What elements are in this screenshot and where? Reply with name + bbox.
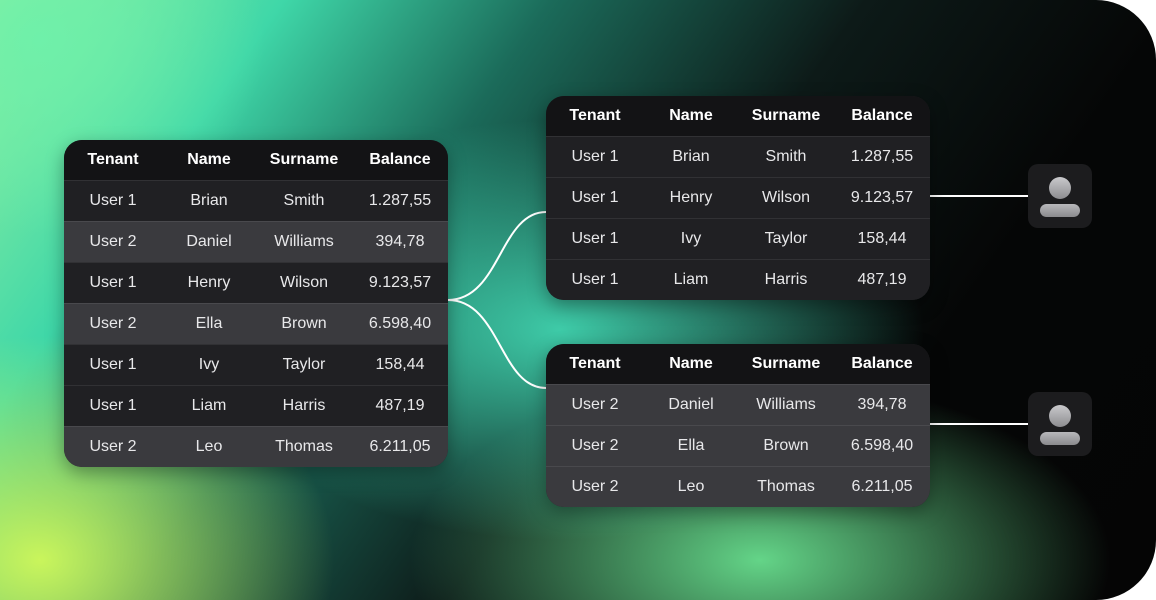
table-row: User 1 Brian Smith 1.287,55 <box>64 180 448 221</box>
cell-tenant: User 1 <box>89 356 137 373</box>
avatar-body <box>1040 204 1080 217</box>
table-row: User 2 Leo Thomas 6.211,05 <box>64 426 448 467</box>
cell-tenant: User 1 <box>89 192 137 209</box>
cell-surname: Williams <box>756 396 816 413</box>
cell-name: Henry <box>669 189 713 206</box>
cell-surname: Thomas <box>757 478 815 495</box>
cell-name: Daniel <box>186 233 232 250</box>
cell-balance: 487,19 <box>857 271 907 288</box>
cell-name: Henry <box>187 274 231 291</box>
avatar-body <box>1040 432 1080 445</box>
table-row: User 1 Ivy Taylor 158,44 <box>64 344 448 385</box>
cell-surname: Taylor <box>282 356 326 373</box>
header-tenant: Tenant <box>569 355 621 372</box>
cell-tenant: User 2 <box>89 315 137 332</box>
header-surname: Surname <box>751 355 821 372</box>
cell-name: Liam <box>191 397 227 414</box>
header-surname: Surname <box>269 151 339 168</box>
cell-surname: Taylor <box>764 230 808 247</box>
table-row: User 1 Brian Smith 1.287,55 <box>546 136 930 177</box>
cell-tenant: User 2 <box>571 478 619 495</box>
table-row: User 1 Ivy Taylor 158,44 <box>546 218 930 259</box>
user1-avatar-icon <box>1028 164 1092 228</box>
header-tenant: Tenant <box>87 151 139 168</box>
cell-balance: 1.287,55 <box>850 148 914 165</box>
table-header: Tenant Name Surname Balance <box>546 96 930 136</box>
cell-tenant: User 2 <box>571 437 619 454</box>
cell-name: Leo <box>195 438 223 455</box>
header-balance: Balance <box>851 355 913 372</box>
table-header: Tenant Name Surname Balance <box>64 140 448 180</box>
user2-table: Tenant Name Surname Balance User 2 Danie… <box>546 344 930 507</box>
header-name: Name <box>187 151 231 168</box>
connector-to-user1-table <box>447 211 547 301</box>
cell-surname: Brown <box>281 315 327 332</box>
cell-balance: 158,44 <box>375 356 425 373</box>
avatar-head <box>1049 405 1071 427</box>
cell-surname: Wilson <box>761 189 810 206</box>
cell-tenant: User 1 <box>571 271 619 288</box>
header-balance: Balance <box>851 107 913 124</box>
cell-surname: Smith <box>283 192 325 209</box>
table-row: User 1 Henry Wilson 9.123,57 <box>64 262 448 303</box>
table-row: User 2 Leo Thomas 6.211,05 <box>546 466 930 507</box>
cell-surname: Harris <box>282 397 326 414</box>
cell-balance: 394,78 <box>857 396 907 413</box>
cell-name: Brian <box>190 192 228 209</box>
table-row: User 1 Henry Wilson 9.123,57 <box>546 177 930 218</box>
header-surname: Surname <box>751 107 821 124</box>
table-header: Tenant Name Surname Balance <box>546 344 930 384</box>
table-row: User 1 Liam Harris 487,19 <box>64 385 448 426</box>
cell-name: Leo <box>677 478 705 495</box>
cell-name: Ella <box>677 437 705 454</box>
cell-tenant: User 2 <box>89 438 137 455</box>
cell-name: Daniel <box>668 396 714 413</box>
cell-balance: 9.123,57 <box>368 274 432 291</box>
cell-balance: 6.211,05 <box>851 478 913 495</box>
cell-tenant: User 1 <box>571 148 619 165</box>
header-tenant: Tenant <box>569 107 621 124</box>
cell-balance: 1.287,55 <box>368 192 432 209</box>
cell-balance: 158,44 <box>857 230 907 247</box>
table-row: User 2 Daniel Williams 394,78 <box>546 384 930 425</box>
header-name: Name <box>669 355 713 372</box>
user2-avatar-icon <box>1028 392 1092 456</box>
cell-tenant: User 2 <box>89 233 137 250</box>
cell-surname: Williams <box>274 233 334 250</box>
cell-balance: 6.598,40 <box>368 315 432 332</box>
cell-surname: Harris <box>764 271 808 288</box>
cell-name: Brian <box>672 148 710 165</box>
table-row: User 2 Daniel Williams 394,78 <box>64 221 448 262</box>
cell-name: Ivy <box>680 230 702 247</box>
cell-tenant: User 1 <box>89 274 137 291</box>
user1-table: Tenant Name Surname Balance User 1 Brian… <box>546 96 930 300</box>
cell-tenant: User 1 <box>571 230 619 247</box>
cell-name: Ivy <box>198 356 220 373</box>
cell-surname: Thomas <box>275 438 333 455</box>
cell-balance: 9.123,57 <box>850 189 914 206</box>
cell-balance: 6.598,40 <box>850 437 914 454</box>
diagram-canvas: Tenant Name Surname Balance User 1 Brian… <box>0 0 1156 600</box>
cell-surname: Wilson <box>279 274 328 291</box>
cell-tenant: User 1 <box>571 189 619 206</box>
cell-tenant: User 2 <box>571 396 619 413</box>
table-row: User 2 Ella Brown 6.598,40 <box>64 303 448 344</box>
avatar-head <box>1049 177 1071 199</box>
table-row: User 2 Ella Brown 6.598,40 <box>546 425 930 466</box>
cell-balance: 487,19 <box>375 397 425 414</box>
connector-to-user2-table <box>447 299 547 389</box>
cell-surname: Smith <box>765 148 807 165</box>
header-balance: Balance <box>369 151 431 168</box>
header-name: Name <box>669 107 713 124</box>
table-row: User 1 Liam Harris 487,19 <box>546 259 930 300</box>
cell-balance: 6.211,05 <box>369 438 431 455</box>
cell-tenant: User 1 <box>89 397 137 414</box>
cell-name: Ella <box>195 315 223 332</box>
cell-surname: Brown <box>763 437 809 454</box>
cell-balance: 394,78 <box>375 233 425 250</box>
cell-name: Liam <box>673 271 709 288</box>
main-table: Tenant Name Surname Balance User 1 Brian… <box>64 140 448 467</box>
